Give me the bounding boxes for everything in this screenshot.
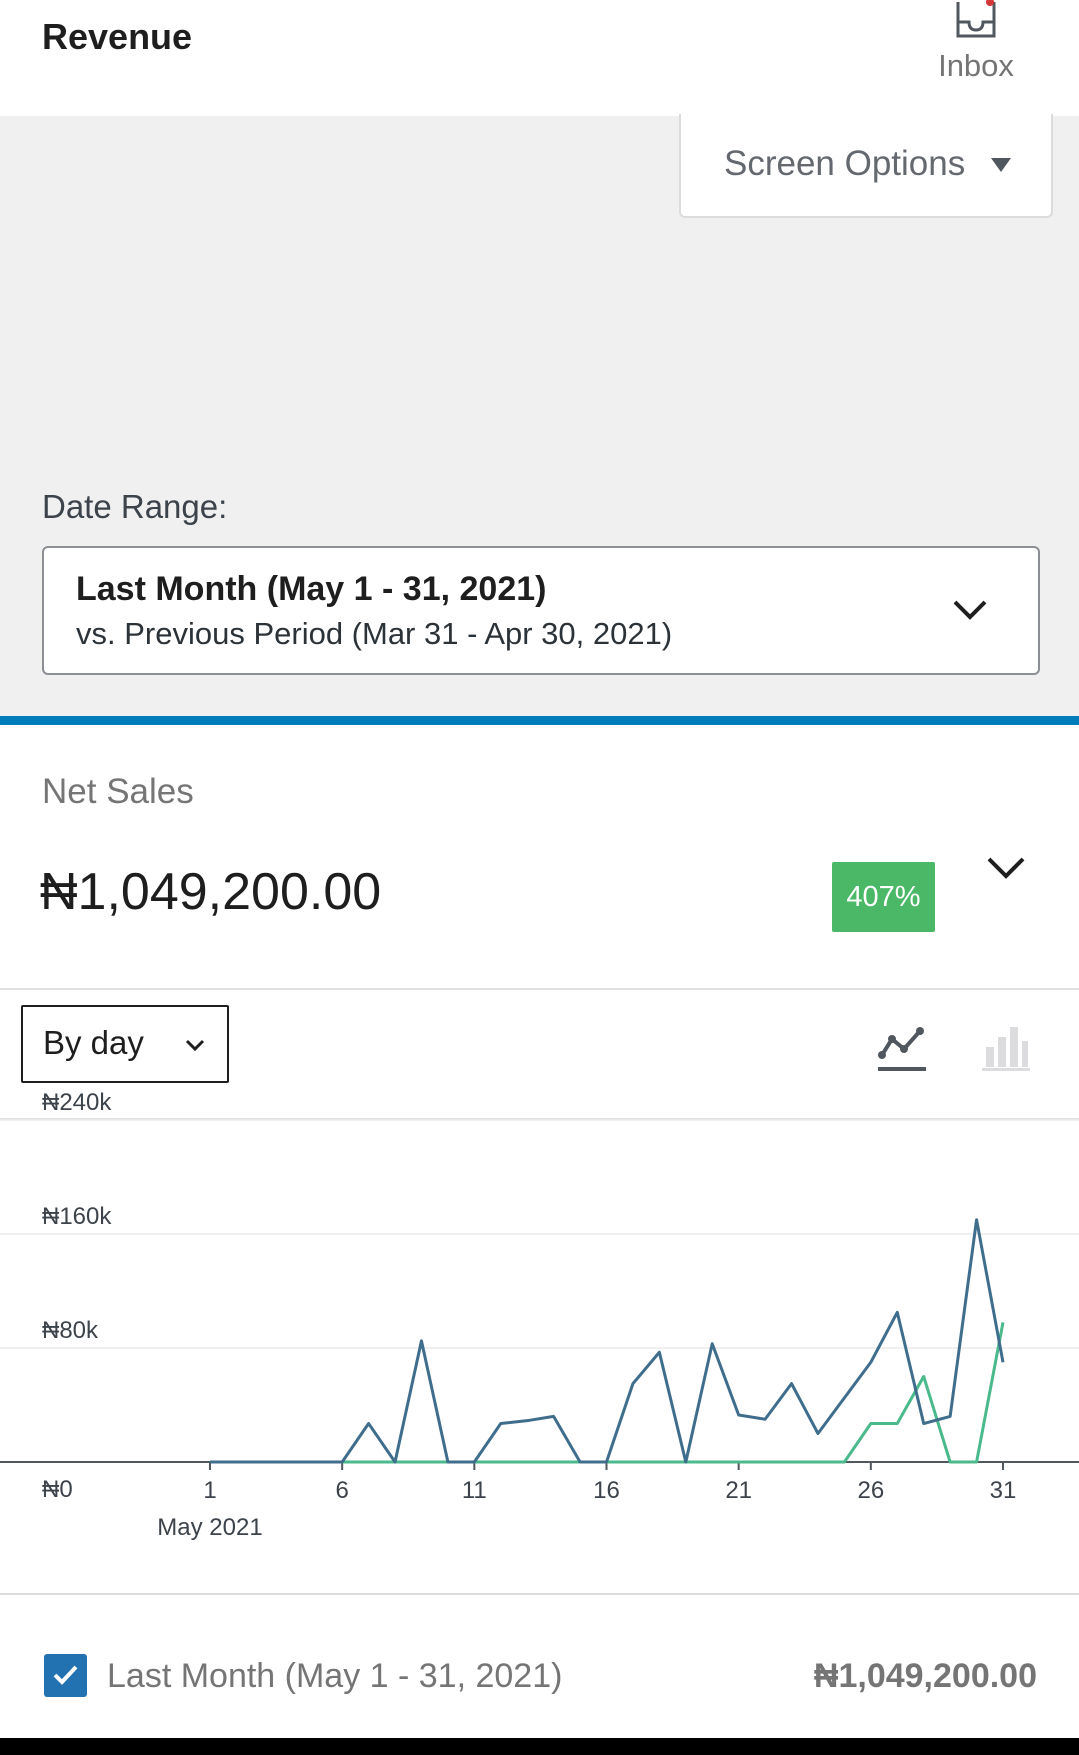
divider <box>0 1593 1079 1595</box>
checkmark-icon <box>53 1665 78 1685</box>
series-line <box>210 1218 1005 1464</box>
legend-value: ₦1,049,200.00 <box>813 1657 1037 1695</box>
y-tick-label: ₦160k <box>42 1203 112 1230</box>
inbox-icon <box>956 0 996 38</box>
x-tick-label: 26 <box>857 1477 884 1504</box>
legend-checkbox[interactable] <box>44 1654 87 1697</box>
date-range-comparison: vs. Previous Period (Mar 31 - Apr 30, 20… <box>76 616 673 651</box>
net-sales-chart: ₦0₦80k₦160k₦240k1 6 11 16 21 26 31May 2021 <box>0 1089 1079 1541</box>
series-line <box>210 1322 1005 1464</box>
x-axis-sublabel: May 2021 <box>157 1514 262 1541</box>
x-tick-label: 31 <box>990 1477 1017 1504</box>
date-range-dropdown[interactable]: Last Month (May 1 - 31, 2021) vs. Previo… <box>42 546 1040 675</box>
caret-down-icon <box>991 158 1011 172</box>
inbox-button[interactable]: Inbox <box>930 0 1022 100</box>
y-tick-label: ₦0 <box>42 1476 73 1503</box>
inbox-label: Inbox <box>938 48 1014 83</box>
x-tick-label: 11 <box>462 1477 487 1504</box>
x-tick-label: 1 <box>203 1477 216 1504</box>
legend-label: Last Month (May 1 - 31, 2021) <box>107 1657 563 1695</box>
top-bar: Revenue Inbox <box>0 0 1079 116</box>
chevron-down-icon <box>953 600 987 620</box>
bottom-bar <box>0 1738 1079 1755</box>
page-title: Revenue <box>42 16 193 57</box>
y-tick-label: ₦80k <box>42 1317 99 1344</box>
date-range-label: Date Range: <box>42 488 228 525</box>
screen-options-label: Screen Options <box>724 144 966 183</box>
screen-options-button[interactable]: Screen Options <box>679 114 1053 218</box>
performance-card: Net Sales ₦1,049,200.00 407% By day ₦0 ₦8… <box>0 716 1079 1755</box>
x-tick-label: 6 <box>335 1477 348 1504</box>
y-tick-label: ₦240k <box>42 1089 112 1116</box>
x-tick-label: 21 <box>725 1477 752 1504</box>
x-tick-label: 16 <box>593 1477 620 1504</box>
date-range-primary: Last Month (May 1 - 31, 2021) <box>76 570 547 608</box>
